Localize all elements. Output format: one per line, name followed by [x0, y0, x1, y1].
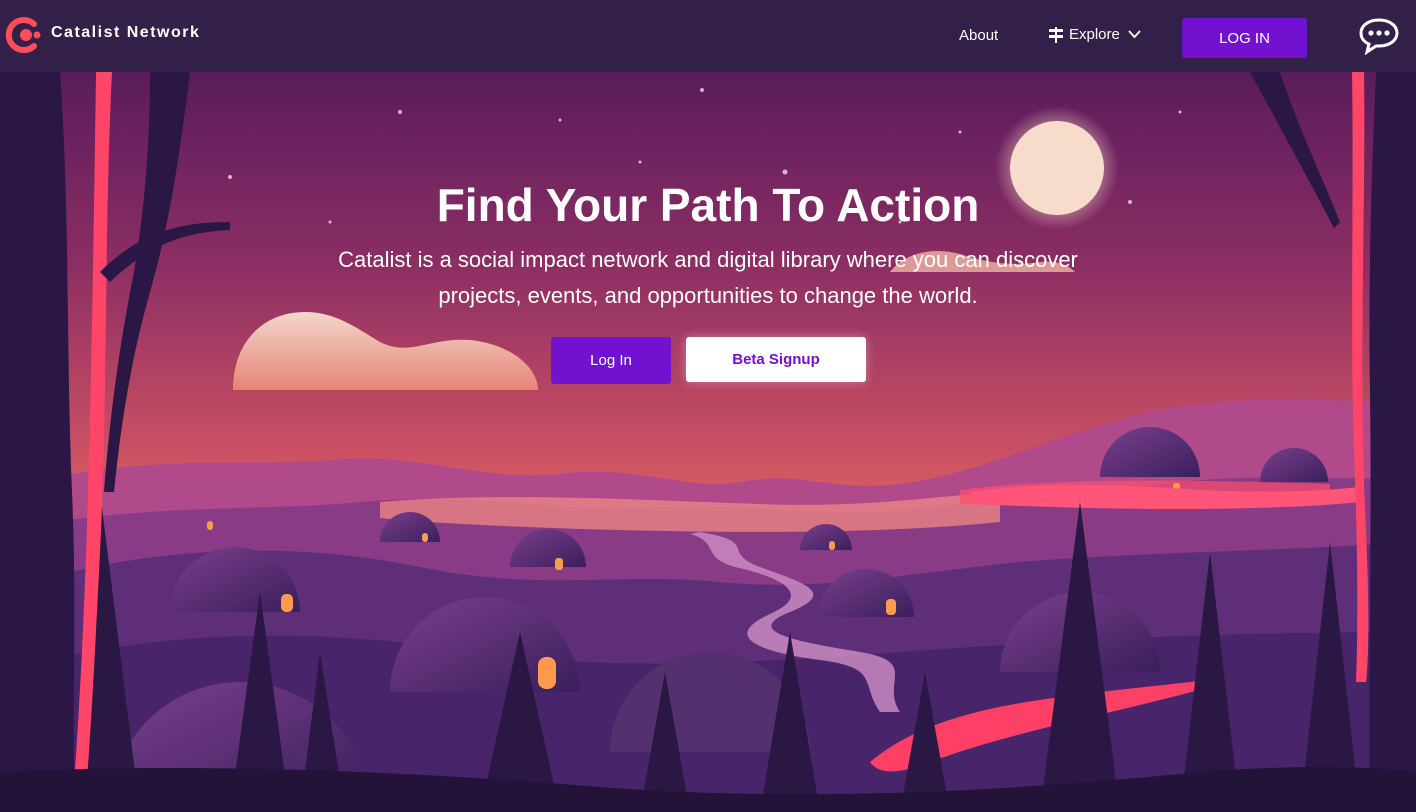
- signpost-icon: [1049, 26, 1063, 43]
- chevron-down-icon: [1128, 30, 1141, 39]
- nav-explore-menu[interactable]: Explore: [1048, 26, 1141, 43]
- explore-label: Explore: [1069, 26, 1120, 43]
- nav-login-button[interactable]: LOG IN: [1182, 18, 1307, 58]
- hero-subtitle: Catalist is a social impact network and …: [338, 247, 1078, 308]
- top-nav: Catalist Network About Explore LOG IN: [0, 0, 1416, 72]
- nav-about-link[interactable]: About: [959, 27, 998, 44]
- brand-name[interactable]: Catalist Network: [51, 24, 200, 42]
- catalist-logo[interactable]: [4, 15, 44, 55]
- hero-login-button[interactable]: Log In: [551, 337, 671, 384]
- beta-signup-button[interactable]: Beta Signup: [686, 337, 866, 382]
- hero-title: Find Your Path To Action: [436, 179, 980, 231]
- hero-section: Find Your Path To Action Catalist is a s…: [0, 72, 1416, 812]
- chat-bubble-icon[interactable]: [1358, 17, 1400, 55]
